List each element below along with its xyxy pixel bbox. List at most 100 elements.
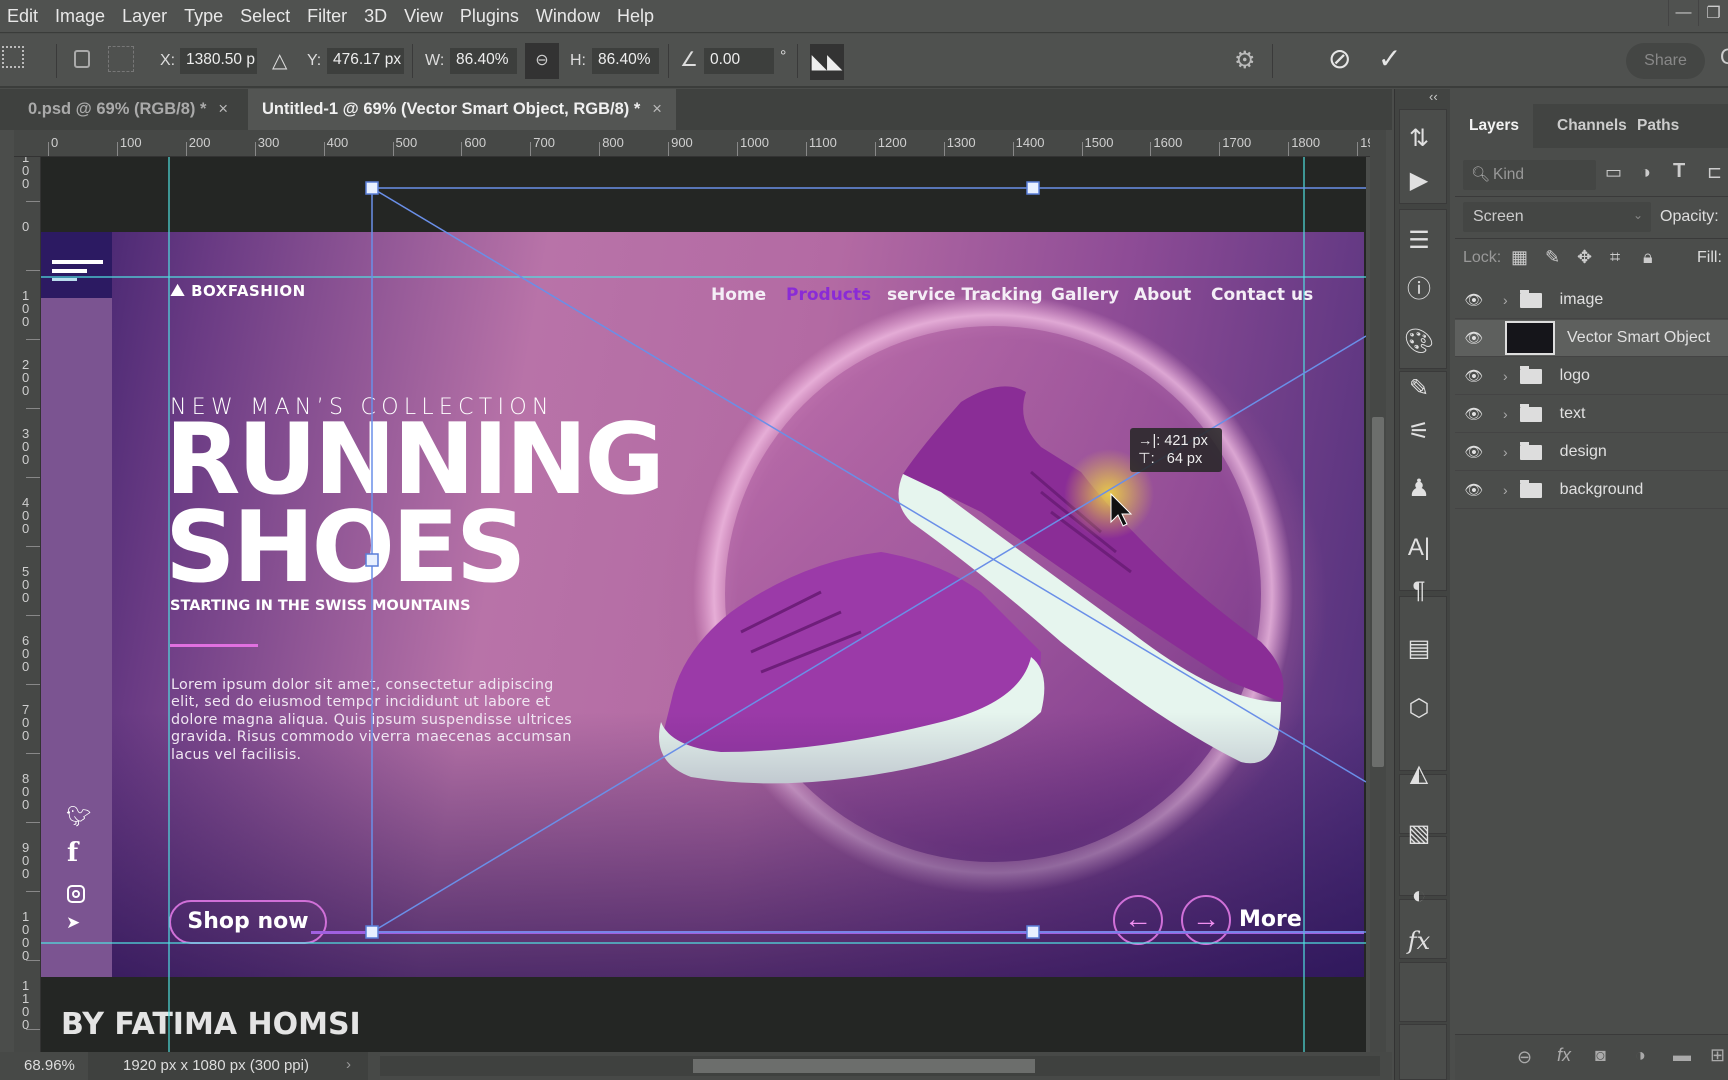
new-layer-icon[interactable]: ⊞ [1710, 1045, 1725, 1066]
reference-point-grid-icon[interactable] [108, 46, 134, 72]
chevron-right-icon[interactable]: › [1503, 292, 1508, 308]
close-tab-icon[interactable]: × [652, 100, 662, 119]
menu-3d[interactable]: 3D [357, 6, 397, 27]
character-icon[interactable]: A| [1395, 534, 1443, 562]
tab-document[interactable]: Untitled-1 @ 69% (Vector Smart Object, R… [248, 89, 676, 130]
menu-window[interactable]: Window [529, 6, 610, 27]
lock-paint-icon[interactable]: ✎ [1545, 247, 1560, 268]
paragraph-icon[interactable]: ¶ [1395, 577, 1443, 605]
blend-mode-select[interactable]: Screen ⌄ [1463, 202, 1651, 232]
transform-handle[interactable] [1026, 181, 1040, 195]
filter-shape-icon[interactable]: ⊏ [1707, 162, 1722, 183]
visibility-eye-icon[interactable]: 👁︎ [1455, 291, 1493, 309]
clone-source-icon[interactable]: ♟ [1395, 474, 1443, 503]
filter-pixel-icon[interactable]: ▭ [1605, 162, 1622, 183]
tab-paths[interactable]: Paths [1623, 104, 1693, 148]
lock-transparent-icon[interactable]: ▦ [1511, 247, 1528, 268]
layer-row[interactable]: 👁︎ › background [1455, 472, 1728, 509]
history-icon[interactable]: ⇅ [1395, 124, 1443, 153]
lock-move-icon[interactable]: ✥ [1577, 247, 1592, 268]
3d-cube-icon[interactable]: ⬡ [1395, 694, 1443, 723]
scroll-thumb[interactable] [1372, 417, 1384, 767]
transform-handle[interactable] [365, 181, 379, 195]
add-mask-icon[interactable]: ◙ [1595, 1045, 1606, 1066]
visibility-eye-icon[interactable]: 👁︎ [1455, 329, 1493, 347]
menu-edit[interactable]: Edit [0, 6, 48, 27]
close-tab-icon[interactable]: × [218, 100, 228, 119]
layer-row[interactable]: 👁︎ › design [1455, 434, 1728, 471]
adjustments-sliders-icon[interactable]: ☰ [1395, 226, 1443, 255]
add-style-icon[interactable]: fx [1557, 1045, 1571, 1066]
layer-row[interactable]: 👁︎ › logo [1455, 358, 1728, 395]
menu-filter[interactable]: Filter [300, 6, 357, 27]
properties-icon[interactable]: ▤ [1395, 634, 1443, 663]
styles-fx-icon[interactable]: fx [1395, 927, 1443, 955]
visibility-eye-icon[interactable]: 👁︎ [1455, 367, 1493, 385]
menu-plugins[interactable]: Plugins [453, 6, 529, 27]
brush-settings-icon[interactable]: ⚟ [1395, 417, 1443, 446]
zoom-level[interactable]: 68.96% [24, 1057, 75, 1074]
transform-handle[interactable] [365, 553, 379, 567]
color-palette-icon[interactable]: 🎨︎ [1395, 327, 1443, 356]
chevron-right-icon[interactable]: › [1503, 368, 1508, 384]
transform-handle[interactable] [1026, 925, 1040, 939]
visibility-eye-icon[interactable]: 👁︎ [1455, 443, 1493, 461]
y-field[interactable]: 476.17 px [327, 48, 404, 74]
gradients-icon[interactable]: ▧ [1395, 819, 1443, 848]
menu-layer[interactable]: Layer [115, 6, 177, 27]
menu-image[interactable]: Image [48, 6, 115, 27]
menu-help[interactable]: Help [610, 6, 664, 27]
filter-kind-select[interactable]: 🔍︎ Kind [1463, 160, 1596, 190]
transform-tool-icon[interactable] [2, 46, 24, 68]
layer-row[interactable]: 👁︎ › image [1455, 282, 1728, 319]
new-group-icon[interactable]: ▬ [1673, 1045, 1691, 1066]
link-icon[interactable]: ⊖ [525, 43, 559, 79]
share-button[interactable]: Share [1626, 43, 1705, 79]
angle-field[interactable]: 0.00 [704, 48, 774, 74]
brush-presets-icon[interactable]: ✎ [1395, 374, 1443, 403]
restore-button[interactable]: ❐ [1698, 0, 1728, 26]
lock-all-icon[interactable]: 🔒︎ [1643, 247, 1653, 268]
new-adjustment-icon[interactable]: ◑ [1635, 1045, 1646, 1066]
reference-point-checkbox[interactable] [74, 50, 90, 68]
width-field[interactable]: 86.40% [450, 48, 517, 74]
transform-overlay[interactable] [41, 157, 1366, 1052]
lock-artboard-icon[interactable]: ⌗ [1610, 247, 1620, 268]
filter-adjustment-icon[interactable]: ◑ [1640, 162, 1651, 183]
filter-type-icon[interactable]: T [1673, 160, 1685, 183]
layer-row[interactable]: 👁︎ › text [1455, 396, 1728, 433]
layer-row[interactable]: 👁︎ Vector Smart Object [1455, 320, 1728, 357]
transform-handle[interactable] [365, 925, 379, 939]
x-field[interactable]: 1380.50 p [180, 48, 257, 74]
menu-type[interactable]: Type [177, 6, 233, 27]
adjustments-icon[interactable]: ◐ [1395, 882, 1443, 910]
tab-document[interactable]: 0.psd @ 69% (RGB/8) * × [14, 89, 242, 130]
tab-layers[interactable]: Layers [1455, 104, 1533, 148]
relative-position-icon[interactable]: △ [272, 48, 287, 73]
search-icon[interactable]: Q [1720, 44, 1728, 70]
3d-mode-icon[interactable]: ⚙ [1234, 46, 1256, 75]
canvas[interactable]: 🐦︎ f ➤ ⛰ BOXFASHION NEW MAN’S COLLECTION… [41, 157, 1366, 1052]
info-icon[interactable]: ⓘ [1395, 269, 1443, 304]
chevron-right-icon[interactable]: › [346, 1056, 351, 1073]
link-layers-icon[interactable]: ⊖ [1517, 1047, 1532, 1068]
height-field[interactable]: 86.40% [592, 48, 659, 74]
scroll-thumb[interactable] [693, 1059, 1035, 1073]
visibility-eye-icon[interactable]: 👁︎ [1455, 481, 1493, 499]
minimize-button[interactable]: — [1668, 0, 1698, 26]
menu-view[interactable]: View [397, 6, 453, 27]
cancel-transform-icon[interactable]: ⊘ [1328, 42, 1351, 75]
visibility-eye-icon[interactable]: 👁︎ [1455, 405, 1493, 423]
actions-play-icon[interactable]: ▶ [1395, 166, 1443, 195]
chevron-right-icon[interactable]: › [1503, 482, 1508, 498]
horizontal-scrollbar[interactable] [380, 1056, 1380, 1076]
menu-select[interactable]: Select [233, 6, 300, 27]
chevron-right-icon[interactable]: › [1503, 406, 1508, 422]
chevron-right-icon[interactable]: › [1503, 444, 1508, 460]
vertical-scrollbar[interactable] [1370, 130, 1386, 1052]
commit-transform-icon[interactable]: ✓ [1378, 42, 1401, 75]
collapse-panels-icon[interactable]: ‹‹ [1429, 89, 1438, 104]
warp-mode-icon[interactable]: ◣◣ [810, 44, 844, 80]
document-size[interactable]: 1920 px x 1080 px (300 ppi) [123, 1057, 309, 1074]
shapes-icon[interactable]: ◭ [1395, 759, 1443, 788]
